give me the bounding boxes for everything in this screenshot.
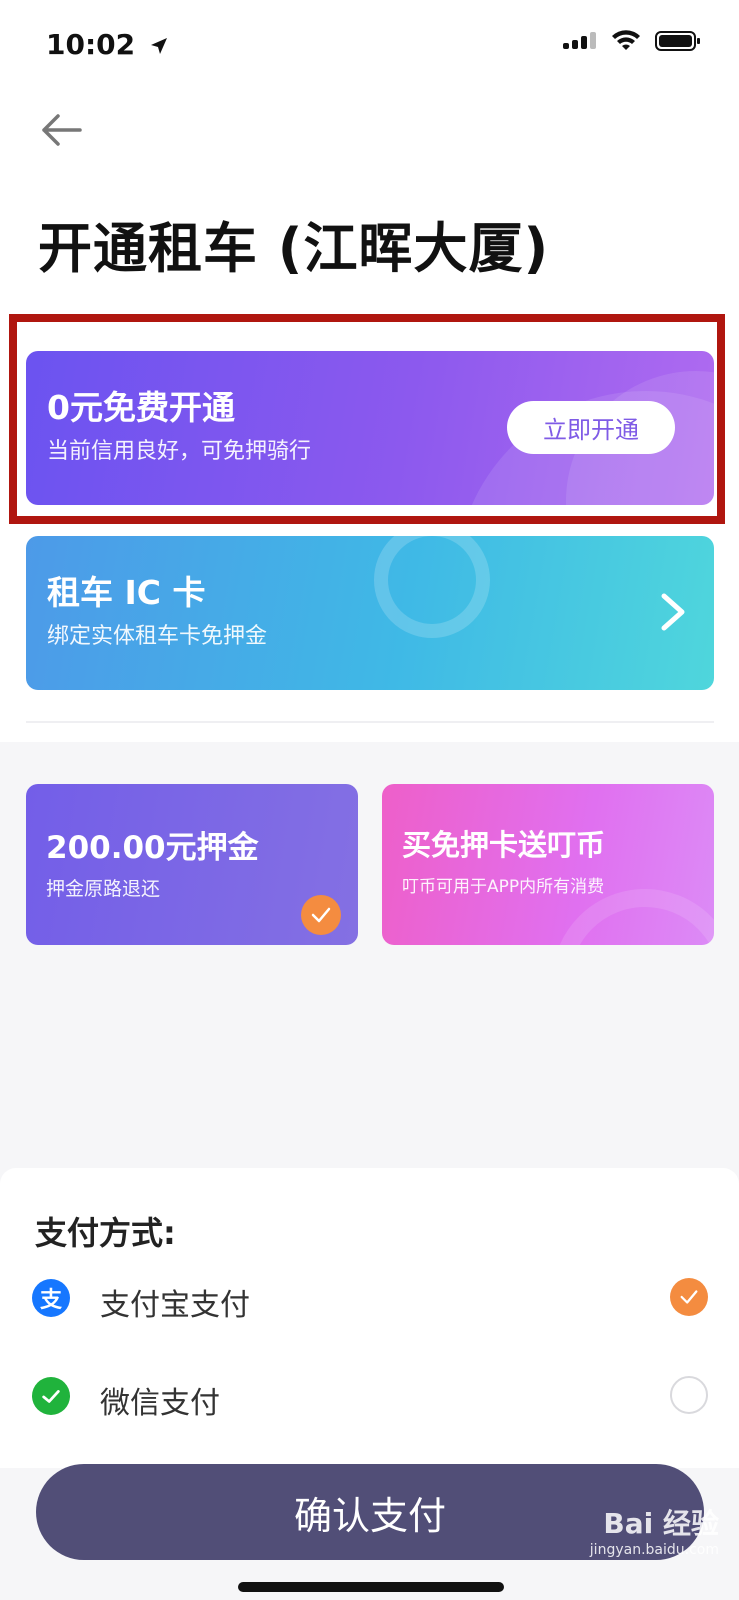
status-time: 10:02	[46, 28, 169, 61]
deposit-card-subtitle: 押金原路退还	[46, 878, 161, 900]
payment-title: 支付方式:	[35, 1214, 176, 1252]
page-title: 开通租车 (江晖大厦)	[38, 217, 550, 280]
baidu-watermark: Bai 经验 jingyan.baidu.com	[590, 1502, 719, 1558]
status-time-text: 10:02	[46, 28, 136, 61]
rental-ic-card[interactable]: 租车 IC 卡 绑定实体租车卡免押金	[26, 536, 714, 690]
radio-unselected[interactable]	[670, 1376, 708, 1414]
deposit-option-card[interactable]: 200.00元押金 押金原路退还	[26, 784, 358, 945]
back-arrow-icon	[42, 114, 82, 146]
check-mark-icon	[42, 1390, 60, 1403]
wifi-icon	[612, 30, 640, 50]
check-icon	[680, 1290, 698, 1304]
home-indicator	[238, 1582, 504, 1592]
payment-method-label: 支付宝支付	[100, 1288, 250, 1323]
check-icon	[311, 907, 331, 923]
chevron-right-icon	[661, 593, 685, 631]
payment-method-alipay[interactable]: 支 支付宝支付	[0, 1264, 739, 1334]
payment-panel: 支付方式: 支 支付宝支付 微信支付	[0, 1168, 739, 1468]
watermark-text: Bai 经验	[603, 1507, 719, 1540]
buy-card-subtitle: 叮币可用于APP内所有消费	[402, 877, 605, 897]
section-divider	[26, 721, 714, 723]
deposit-card-title: 200.00元押金	[46, 830, 259, 866]
signal-icon	[563, 32, 596, 49]
radio-selected[interactable]	[670, 1278, 708, 1316]
wechat-pay-icon	[32, 1377, 70, 1415]
status-bar: 10:02	[0, 0, 739, 96]
watermark-url: jingyan.baidu.com	[589, 1542, 719, 1558]
alipay-icon: 支	[32, 1279, 70, 1317]
ic-card-subtitle: 绑定实体租车卡免押金	[47, 624, 268, 649]
card-decoration-ring	[552, 889, 714, 945]
buy-exemption-card[interactable]: 买免押卡送叮币 叮币可用于APP内所有消费	[382, 784, 714, 945]
battery-icon	[655, 31, 700, 51]
selected-check-badge	[301, 895, 341, 935]
payment-method-wechat[interactable]: 微信支付	[0, 1362, 739, 1432]
location-arrow-icon	[150, 38, 167, 54]
highlight-frame	[9, 314, 725, 524]
ic-card-title: 租车 IC 卡	[47, 573, 206, 612]
status-icons	[563, 30, 701, 52]
back-button[interactable]	[40, 110, 84, 150]
payment-method-label: 微信支付	[100, 1386, 220, 1421]
buy-card-title: 买免押卡送叮币	[402, 828, 606, 862]
card-decoration-ring	[374, 536, 490, 638]
